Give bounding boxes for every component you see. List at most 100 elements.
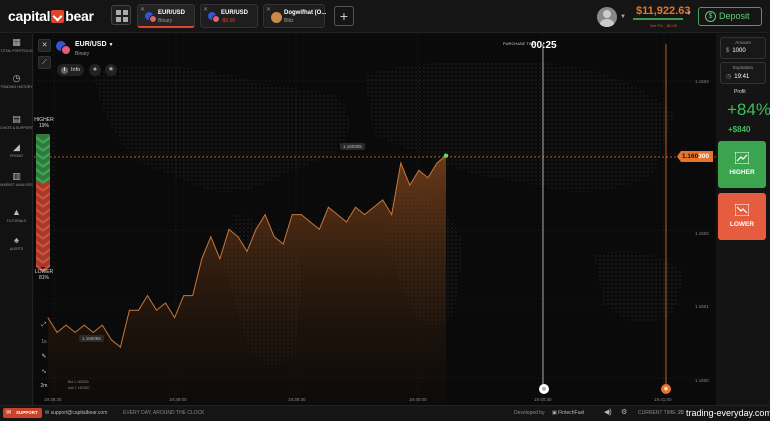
amount-field[interactable]: Amount $1000 <box>720 37 766 59</box>
price-point <box>165 302 167 304</box>
price-point <box>237 236 239 238</box>
price-point <box>409 184 411 186</box>
asset-tab-0[interactable]: ✕ EUR/USD Binary <box>137 4 195 28</box>
support-email[interactable]: ✉ support@capitalbear.com <box>45 410 107 416</box>
y-tick: 1.1600 <box>695 378 709 383</box>
add-asset-button[interactable]: + <box>334 6 354 26</box>
trend-down-icon <box>735 204 749 216</box>
lower-button[interactable]: LOWER <box>718 193 766 240</box>
sidebar-item-analysis[interactable]: ▥ MARKET ANALYSIS <box>0 171 33 188</box>
price-point <box>56 332 58 333</box>
sidebar-item-history[interactable]: ◷ TRADING HISTORY <box>0 74 33 90</box>
price-area-fill <box>48 155 446 405</box>
developer-name[interactable]: ▣ FintechFuel <box>552 410 584 416</box>
clock-icon: ◷ <box>726 74 732 80</box>
y-tick: 1.1604 <box>695 79 709 84</box>
x-tick: 19:41:00 <box>654 397 672 402</box>
chevron-down-icon[interactable]: ▼ <box>620 14 626 20</box>
sidebar-item-portfolio[interactable]: ▦ TOTAL PORTFOLIO <box>0 37 33 54</box>
price-chart[interactable]: ✕ ⟋ <box>34 34 716 405</box>
price-point <box>101 324 103 326</box>
expand-chart-icon[interactable]: ⤢ <box>37 322 51 329</box>
watermark-text: trading-everyday.com <box>686 408 770 418</box>
price-point <box>319 228 320 230</box>
expiration-field[interactable]: Expiration ◷ 19:41 <box>720 62 766 84</box>
sentiment-lower: LOWER 81% <box>34 269 54 281</box>
settings-icon[interactable]: ⚙ <box>621 408 627 416</box>
developed-by-label: Developed by <box>514 410 545 416</box>
drawing-tool-button[interactable]: ⟋ <box>38 56 51 69</box>
amount-value[interactable]: 1000 <box>732 48 745 54</box>
volume-icon[interactable]: ◀) <box>604 408 612 416</box>
close-chart-button[interactable]: ✕ <box>38 39 51 52</box>
current-time-value: 20 <box>678 410 684 416</box>
price-point <box>174 317 176 319</box>
chat-icon: ▤ <box>12 114 21 124</box>
current-time-label: CURRENT TIME: <box>638 410 677 416</box>
price-point <box>364 214 365 216</box>
price-point <box>436 162 438 164</box>
price-point <box>210 236 212 238</box>
price-point <box>427 177 429 179</box>
min-price-label: 1.160065 <box>79 335 104 342</box>
sidebar-item-tutorials[interactable]: ▲ TUTORIALS <box>0 207 33 224</box>
chart-canvas[interactable] <box>34 34 716 405</box>
timeframe-2m[interactable]: 2m <box>37 383 51 389</box>
asset-tab-2[interactable]: ✕ Dogwifhat (O... Blitz <box>263 4 326 28</box>
sidebar-item-chats[interactable]: ▤ CHATS & SUPPORT <box>0 114 33 131</box>
price-point <box>337 214 338 216</box>
graduation-icon: ▲ <box>12 207 21 217</box>
expiration-value[interactable]: 19:41 <box>734 74 749 80</box>
info-button[interactable]: i Info <box>57 64 84 76</box>
sidebar-item-alerts[interactable]: ♠ ALERTS <box>0 235 33 252</box>
dogwifhat-icon <box>271 12 282 23</box>
analysis-icon: ▥ <box>12 171 21 181</box>
user-avatar[interactable] <box>597 7 617 27</box>
chevron-down-icon: ▼ <box>108 42 114 48</box>
purchase-timer-icon: ◎ <box>539 384 549 394</box>
price-point <box>246 251 248 252</box>
price-point <box>273 236 275 238</box>
price-point <box>183 295 185 296</box>
price-area <box>47 153 449 405</box>
balance-indicator <box>633 18 683 20</box>
price-point <box>255 228 257 230</box>
favorite-button[interactable]: ★ <box>105 64 117 76</box>
sidebar-item-label: TRADING HISTORY <box>0 85 33 89</box>
higher-button[interactable]: HIGHER <box>718 141 766 188</box>
sidebar-item-promo[interactable]: ◢ PROMO <box>0 143 33 159</box>
price-point <box>110 339 112 341</box>
higher-label: HIGHER <box>729 169 755 176</box>
asset-tab-1[interactable]: ✕ EUR/USD -$0.05 <box>200 4 258 28</box>
briefcase-icon: ▦ <box>12 37 21 47</box>
profit-amount: +$840 <box>728 125 751 134</box>
chevron-down-icon[interactable]: ▼ <box>686 11 692 17</box>
price-point <box>418 170 420 171</box>
line-chart-icon[interactable]: ∿ <box>37 368 51 375</box>
amount-label: Amount <box>735 40 751 45</box>
asset-grid-button[interactable] <box>111 5 131 25</box>
net-pl-text: Net P/L: -$0.05 <box>650 23 677 28</box>
support-button[interactable]: SUPPORT <box>3 408 42 418</box>
tab-asset-name: EUR/USD <box>221 10 249 16</box>
sidebar-item-label: ALERTS <box>9 247 24 251</box>
asset-selector[interactable]: EUR/USD ▼ <box>75 41 113 48</box>
brand-logo[interactable]: capital bear <box>8 8 94 24</box>
alert-bell-button[interactable]: ♠ <box>89 64 101 76</box>
support-tagline: EVERY DAY, AROUND THE CLOCK <box>123 410 205 416</box>
pencil-icon[interactable]: ✎ <box>37 353 51 360</box>
tab-asset-sub: Blitz <box>284 18 294 24</box>
deposit-button[interactable]: $ Deposit <box>698 7 762 26</box>
tab-asset-sub: Binary <box>158 18 173 24</box>
tab-asset-name: EUR/USD <box>158 10 186 16</box>
dollar-icon: $ <box>705 11 716 22</box>
bell-icon: ♠ <box>14 235 19 245</box>
timeframe-1s[interactable]: 1s <box>37 339 51 345</box>
price-point <box>201 258 203 260</box>
sidebar-item-label: CHATS & SUPPORT <box>0 126 33 130</box>
price-point <box>47 317 49 319</box>
currency-symbol: $ <box>726 48 730 54</box>
bell-icon: ♠ <box>93 66 97 73</box>
profit-percent: +84% <box>727 100 770 119</box>
account-balance[interactable]: $11,922.63 <box>636 5 690 17</box>
